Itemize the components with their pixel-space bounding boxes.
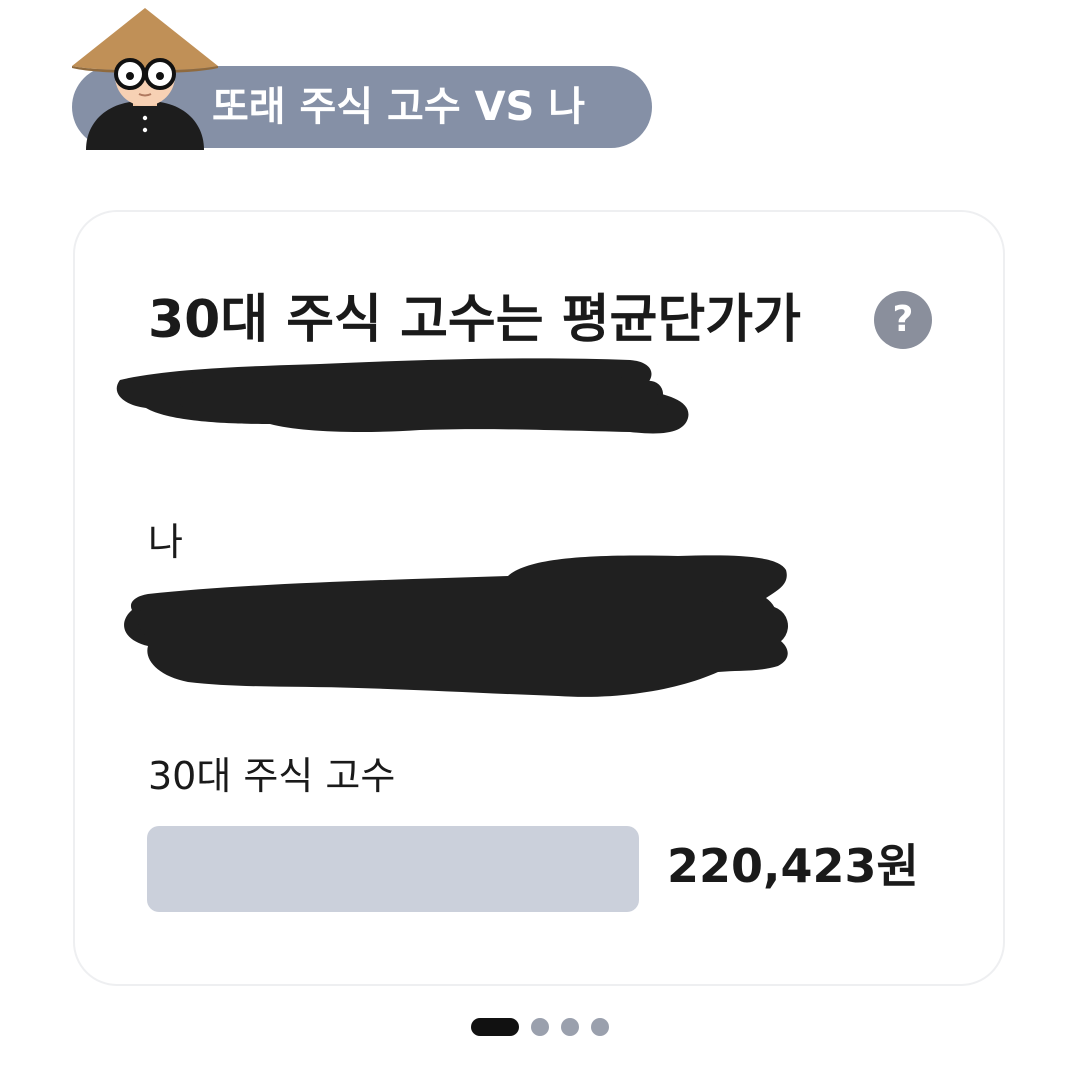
expert-value-bar bbox=[147, 826, 639, 912]
question-circle-icon[interactable]: ? bbox=[874, 291, 932, 349]
page-dot[interactable] bbox=[531, 1018, 549, 1036]
avatar-with-straw-hat-icon bbox=[72, 8, 218, 150]
expert-label: 30대 주식 고수 bbox=[148, 754, 396, 798]
card-title: 30대 주식 고수는 평균단가가 bbox=[148, 290, 801, 350]
redaction-scribble-me-value bbox=[124, 555, 788, 697]
page-dot[interactable] bbox=[561, 1018, 579, 1036]
page-dot[interactable] bbox=[591, 1018, 609, 1036]
page-dot-active[interactable] bbox=[471, 1018, 519, 1036]
expert-value: 220,423원 bbox=[667, 839, 919, 893]
redaction-scribble-title bbox=[116, 358, 689, 434]
header-title: 또래 주식 고수 VS 나 bbox=[212, 84, 586, 130]
